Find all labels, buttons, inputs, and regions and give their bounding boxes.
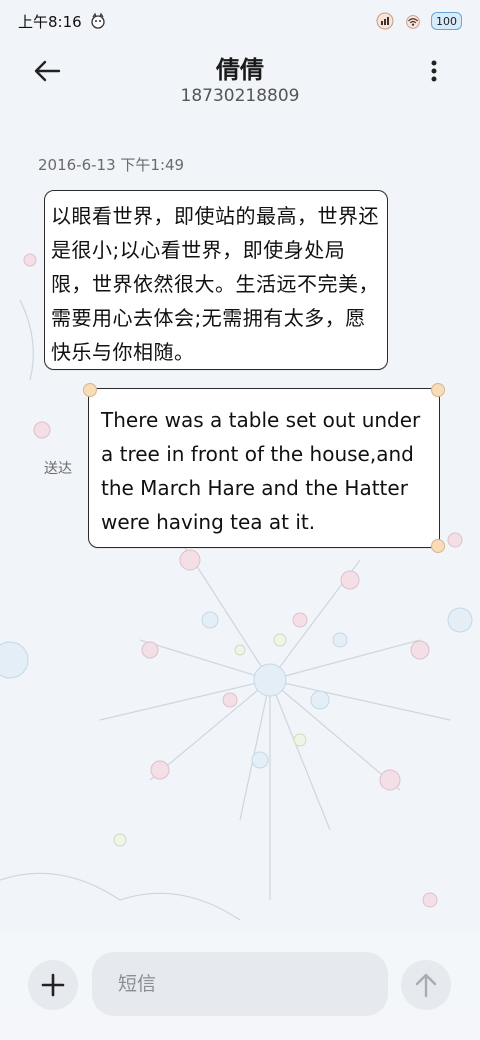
composer-bar: [0, 930, 480, 1040]
message-timestamp: 2016-6-13 下午1:49: [38, 156, 185, 174]
more-vertical-icon: [431, 60, 437, 82]
contact-name: 倩倩: [216, 56, 264, 84]
delivery-status: 送达: [44, 461, 72, 477]
arrow-up-icon: [415, 973, 437, 998]
pet-icon: [88, 11, 108, 31]
battery-indicator: 100: [431, 12, 462, 30]
signal-icon: [375, 11, 395, 31]
send-button[interactable]: [401, 960, 451, 1010]
message-text: 以眼看世界，即使站的最高，世界还是很小;以心看世界，即使身处局限，世界依然很大。…: [51, 204, 379, 364]
message-bubble[interactable]: 以眼看世界，即使站的最高，世界还是很小;以心看世界，即使身处局限，世界依然很大。…: [44, 190, 388, 370]
add-attachment-button[interactable]: [28, 960, 78, 1010]
corner-decoration: [431, 539, 445, 553]
plus-icon: [41, 973, 65, 997]
corner-decoration: [83, 383, 97, 397]
status-time: 上午8:16: [18, 12, 82, 31]
wifi-icon: [403, 11, 423, 31]
conversation-header: 倩倩 18730218809: [0, 46, 480, 116]
message-bubble[interactable]: There was a table set out under a tree i…: [83, 383, 445, 553]
corner-decoration: [431, 383, 445, 397]
status-bar: 上午8:16 100: [0, 0, 480, 42]
more-options-button[interactable]: [418, 54, 450, 88]
contact-number: 18730218809: [180, 86, 300, 106]
message-input[interactable]: [92, 952, 388, 1016]
message-text: There was a table set out under a tree i…: [101, 408, 421, 534]
